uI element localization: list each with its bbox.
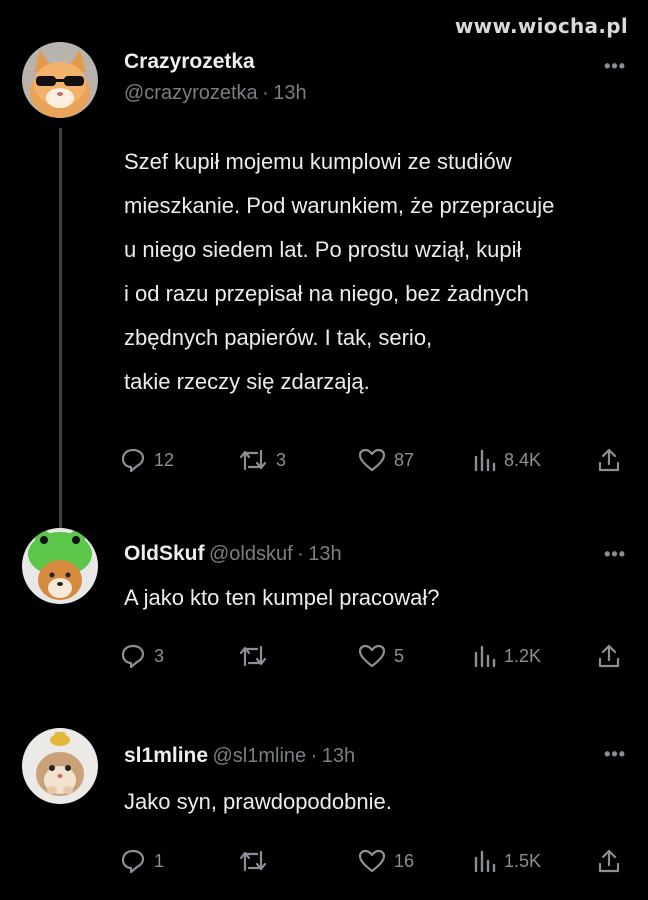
more-options-button[interactable]: ••• [604,544,626,565]
views-count: 1.2K [504,645,542,666]
views-chart-icon [474,850,496,873]
author-name[interactable]: Crazyrozetka [124,50,307,74]
retweet-icon [239,850,267,872]
tweet-header: OldSkuf @oldskuf · 13h [124,542,342,566]
reply-count: 12 [154,449,175,470]
share-button[interactable] [596,848,622,874]
reply-button[interactable]: 12 [120,447,174,473]
tweet-timestamp[interactable]: 13h [273,82,306,104]
retweet-button[interactable] [238,848,276,874]
tweet-header: sl1mline @sl1mline · 13h [124,744,355,768]
reply-button[interactable]: 3 [120,643,164,669]
reply-count: 3 [154,645,165,666]
tweet-text-line: takie rzeczy się zdarzają. [124,369,370,394]
share-button[interactable] [596,643,622,669]
author-handle[interactable]: @crazyrozetka [124,82,258,104]
like-count: 87 [394,449,415,470]
heart-icon [358,849,386,873]
tweet-reply[interactable]: OldSkuf @oldskuf · 13h ••• A jako kto te… [0,520,648,720]
separator-dot: · [297,543,304,565]
author-name[interactable]: sl1mline [124,744,208,767]
tweet-main[interactable]: Crazyrozetka @crazyrozetka · 13h ••• Sze… [0,0,648,520]
shiba-in-frog-hat-avatar[interactable] [22,528,98,604]
hamster-with-hat-avatar[interactable] [22,728,98,804]
reply-count: 1 [154,850,165,871]
tweet-text: Jako syn, prawdopodobnie. [124,780,392,824]
tweet-text-line: A jako kto ten kumpel pracował? [124,585,440,610]
views-count: 8.4K [504,449,542,470]
reply-icon [121,448,145,473]
tweet-text-line: Jako syn, prawdopodobnie. [124,789,392,814]
retweet-count: 3 [276,449,287,470]
views-button[interactable]: 1.5K [472,848,541,874]
retweet-icon [239,449,267,471]
tweet-text-line: mieszkanie. Pod warunkiem, że przepracuj… [124,193,555,218]
views-button[interactable]: 1.2K [472,643,541,669]
views-button[interactable]: 8.4K [472,447,541,473]
retweet-button[interactable] [238,643,276,669]
tweet-text: Szef kupił mojemu kumplowi ze studiów mi… [124,140,554,404]
tweet-text-line: i od razu przepisał na niego, bez żadnyc… [124,281,529,306]
share-icon [598,448,620,472]
like-button[interactable]: 5 [358,643,404,669]
tweet-text-line: Szef kupił mojemu kumplowi ze studiów [124,149,512,174]
like-button[interactable]: 87 [358,447,414,473]
author-name[interactable]: OldSkuf [124,542,205,565]
tweet-text-line: u niego siedem lat. Po prostu wziął, kup… [124,237,522,262]
like-button[interactable]: 16 [358,848,414,874]
views-chart-icon [474,449,496,472]
reply-button[interactable]: 1 [120,848,164,874]
author-handle[interactable]: @sl1mline [213,745,307,767]
share-icon [598,849,620,873]
tweet-timestamp[interactable]: 13h [322,745,355,767]
separator-dot: · [262,82,269,104]
share-icon [598,644,620,668]
more-options-button[interactable]: ••• [604,56,626,77]
tweet-actions: 12 3 87 8.4K [120,447,630,481]
tweet-timestamp[interactable]: 13h [308,543,341,565]
heart-icon [358,644,386,668]
cat-with-sunglasses-avatar[interactable] [22,42,98,118]
tweet-actions: 3 5 1.2K [120,643,630,677]
retweet-button[interactable]: 3 [238,447,286,473]
more-options-button[interactable]: ••• [604,744,626,765]
heart-icon [358,448,386,472]
tweet-header: Crazyrozetka @crazyrozetka · 13h [124,50,307,105]
like-count: 5 [394,645,405,666]
tweet-actions: 1 16 1.5K [120,848,630,882]
retweet-icon [239,645,267,667]
separator-dot: · [310,745,318,767]
views-count: 1.5K [504,850,542,871]
views-chart-icon [474,645,496,668]
author-handle[interactable]: @oldskuf [209,543,293,565]
reply-icon [121,849,145,874]
tweet-reply[interactable]: sl1mline @sl1mline · 13h ••• Jako syn, p… [0,720,648,900]
tweet-text: A jako kto ten kumpel pracował? [124,576,440,620]
share-button[interactable] [596,447,622,473]
tweet-text-line: zbędnych papierów. I tak, serio, [124,325,433,350]
reply-icon [121,644,145,669]
like-count: 16 [394,850,415,871]
